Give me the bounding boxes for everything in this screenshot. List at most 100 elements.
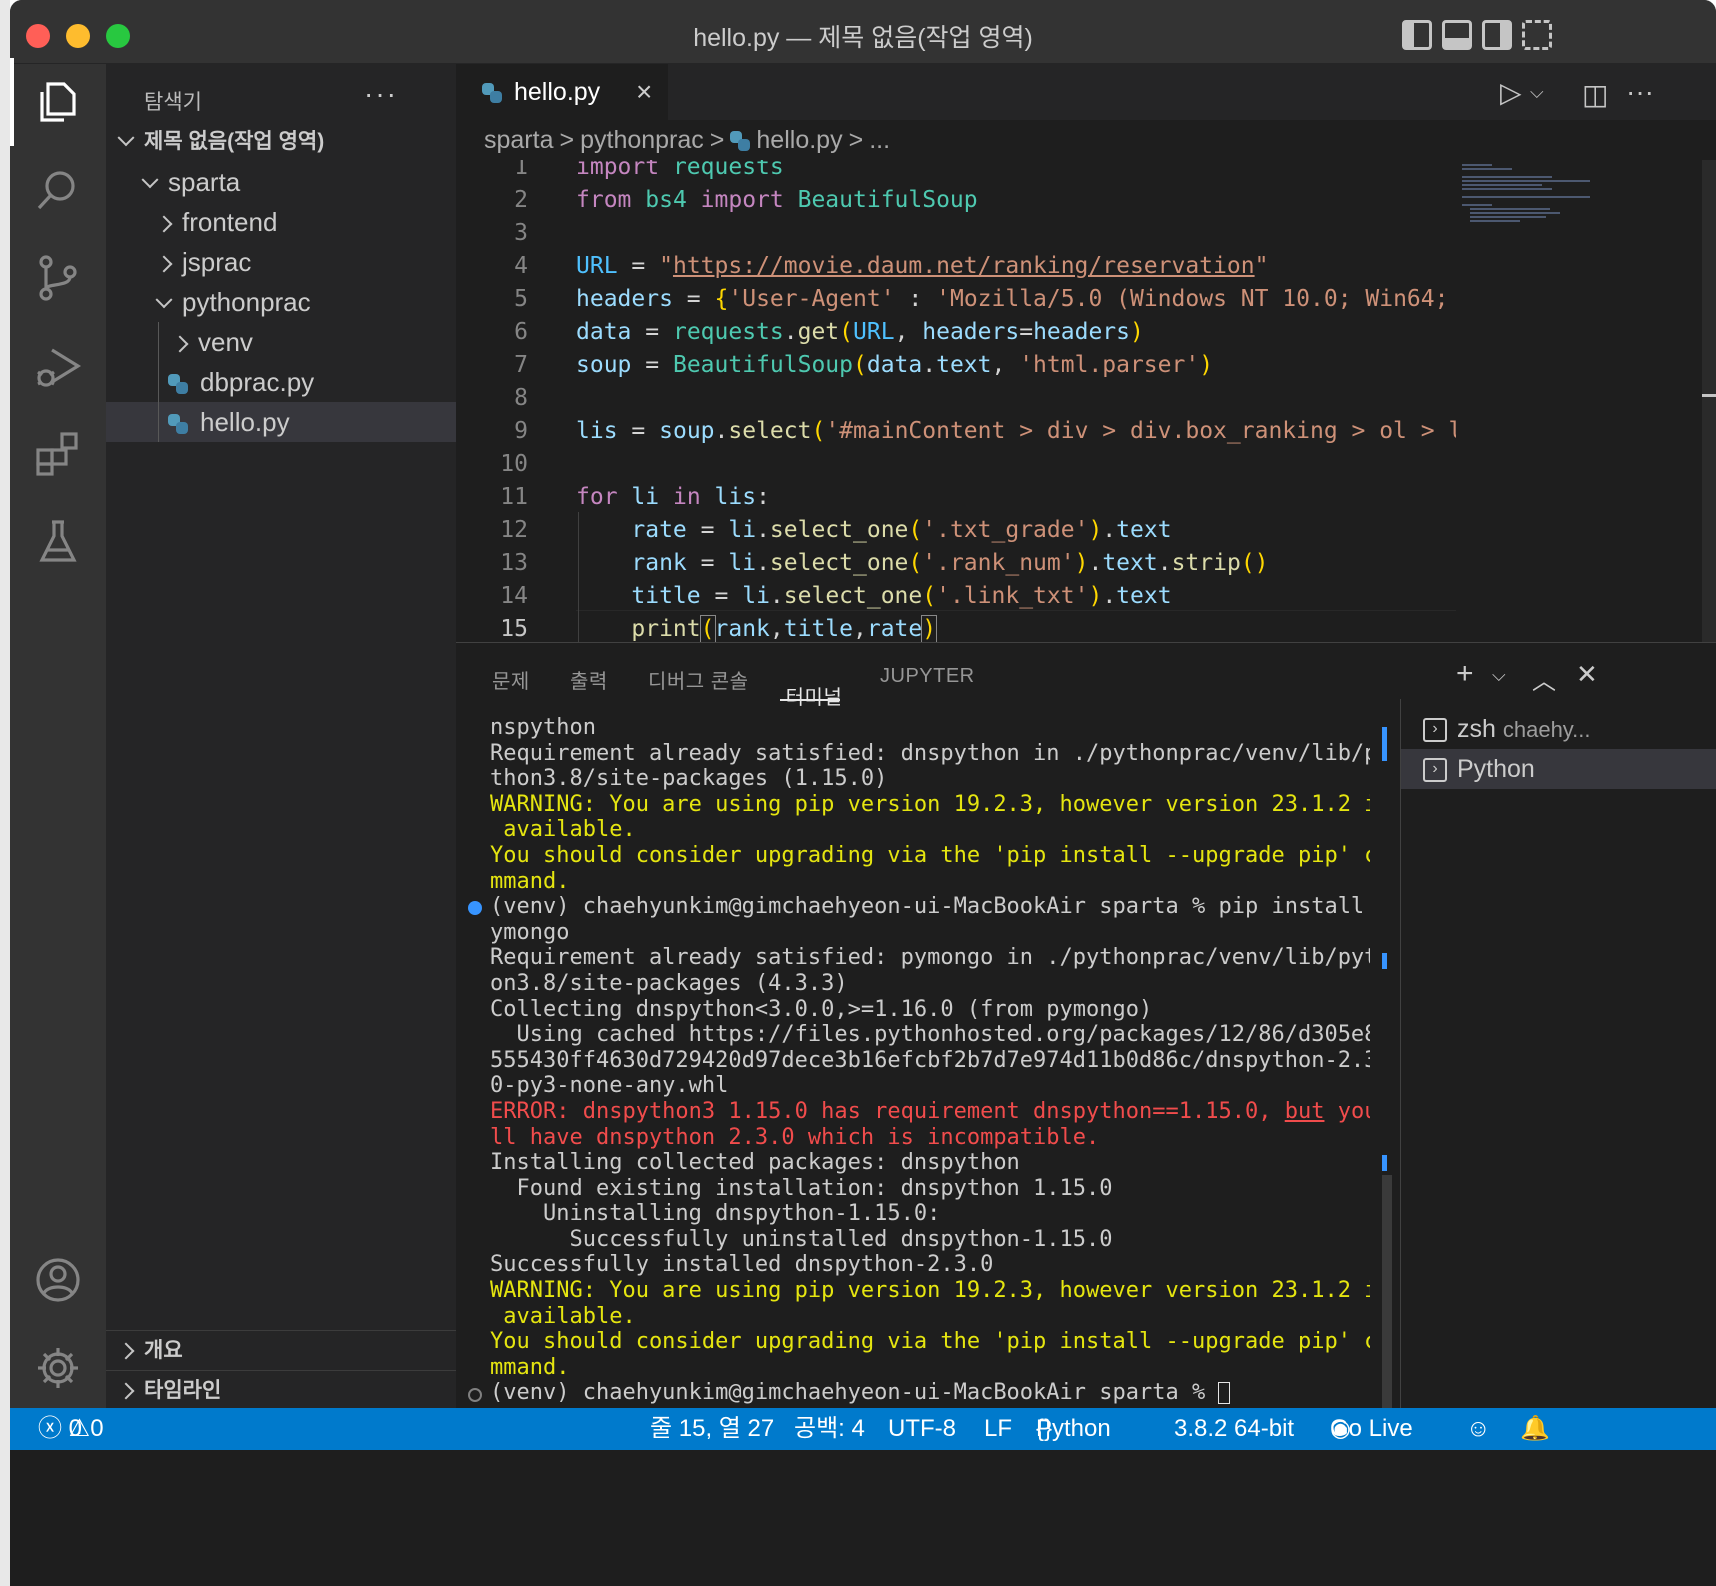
split-editor-icon[interactable]: ◫ (1582, 78, 1608, 111)
run-and-debug-icon[interactable] (28, 336, 88, 396)
python-file-icon (168, 414, 188, 435)
terminal-line: thon3.8/site-packages (1.15.0) (490, 766, 888, 792)
notifications-bell-icon[interactable]: 🔔 (1520, 1408, 1550, 1450)
tree-indent-guide (158, 322, 159, 442)
run-python-file-icon[interactable]: ▷ (1500, 76, 1522, 109)
editor-scrollbar[interactable] (1702, 160, 1716, 642)
tab-problems[interactable]: 문제 (492, 665, 530, 694)
terminal-output[interactable]: nspython Requirement already satisfied: d… (490, 715, 1370, 1409)
terminal-line: (venv) chaehyunkim@gimchaehyeon-ui-MacBo… (490, 894, 1370, 920)
background-window-edge (0, 0, 10, 1586)
line-number: 15 (500, 616, 528, 642)
explorer-sidebar: 탐색기 ··· 제목 없음(작업 영역) sparta frontend jsp… (106, 64, 456, 1546)
indentation[interactable]: 공백: 4 (794, 1408, 865, 1450)
close-panel-icon[interactable]: ✕ (1576, 659, 1598, 690)
editor-tabs: hello.py × ▷ ⌵ ◫ ··· (456, 64, 1716, 120)
customize-layout-icon[interactable] (1522, 20, 1552, 50)
terminal-item-zsh[interactable]: › zsh chaehy... (1401, 709, 1716, 749)
line-number: 1 (514, 160, 528, 180)
timeline-section[interactable]: 타임라인 (106, 1370, 456, 1410)
terminal-line: nspython (490, 715, 596, 740)
outline-label: 개요 (144, 1339, 183, 1362)
terminal-text: ERROR: dnspython3 1.15.0 has requirement… (490, 1098, 1285, 1124)
breadcrumb-item[interactable]: ... (869, 126, 890, 154)
timeline-label: 타임라인 (144, 1379, 222, 1402)
testing-icon[interactable] (28, 512, 88, 572)
tree-item-frontend[interactable]: frontend (106, 202, 456, 242)
run-dropdown-chevron-icon[interactable]: ⌵ (1530, 82, 1544, 103)
new-terminal-icon[interactable]: + (1456, 657, 1474, 691)
toggle-panel-icon[interactable] (1442, 20, 1472, 50)
code-line: headers = {'User-Agent' : 'Mozilla/5.0 (… (576, 286, 1456, 312)
workspace-folder[interactable]: 제목 없음(작업 영역) (106, 122, 456, 162)
tab-hello-py[interactable]: hello.py × (456, 64, 668, 120)
chevron-down-icon (155, 291, 173, 309)
title-bar: hello.py — 제목 없음(작업 영역) (10, 0, 1716, 64)
code-line: soup = BeautifulSoup(data.text, 'html.pa… (576, 352, 1214, 378)
tree-item-label: frontend (182, 207, 278, 237)
line-number: 14 (500, 583, 528, 609)
source-control-icon[interactable] (28, 248, 88, 308)
encoding[interactable]: UTF-8 (888, 1408, 956, 1450)
terminal-line: WARNING: You are using pip version 19.2.… (490, 791, 1370, 817)
tab-debug-console[interactable]: 디버그 콘솔 (648, 665, 749, 694)
close-tab-icon[interactable]: × (636, 78, 652, 106)
terminal-line: mmand. (490, 1354, 570, 1380)
extensions-icon[interactable] (28, 424, 88, 484)
terminal-icon: › (1423, 758, 1447, 783)
explorer-icon[interactable] (10, 58, 88, 146)
minimap[interactable] (1456, 160, 1596, 642)
line-number: 2 (514, 187, 528, 213)
terminal-scrollbar[interactable] (1382, 715, 1392, 1409)
terminal-name: Python (1457, 755, 1535, 783)
line-number: 7 (514, 352, 528, 378)
search-icon[interactable] (28, 160, 88, 220)
cursor-position[interactable]: 줄 15, 열 27 (650, 1408, 774, 1450)
tab-jupyter[interactable]: JUPYTER (880, 665, 975, 688)
terminal-detail: chaehy... (1502, 717, 1591, 742)
terminal-line: Found existing installation: dnspython 1… (490, 1175, 1113, 1201)
editor-more-actions-icon[interactable]: ··· (1626, 76, 1654, 108)
code-line: lis = soup.select('#mainContent > div > … (576, 418, 1456, 444)
tree-item-jsprac[interactable]: jsprac (106, 242, 456, 282)
terminal-prompt: (venv) chaehyunkim@gimchaehyeon-ui-MacBo… (490, 1380, 1219, 1406)
toggle-secondary-sidebar-icon[interactable] (1482, 20, 1512, 50)
tree-item-pythonprac[interactable]: pythonprac (106, 282, 456, 322)
problems-indicator[interactable]: ⓧ 0 ⚠ 0 (38, 1408, 104, 1450)
terminal-line: on3.8/site-packages (4.3.3) (490, 970, 848, 996)
terminal-dropdown-chevron-icon[interactable]: ⌵ (1492, 665, 1506, 686)
tree-item-sparta[interactable]: sparta (106, 162, 456, 202)
settings-gear-icon[interactable] (28, 1338, 88, 1398)
end-of-line[interactable]: LF (984, 1408, 1012, 1450)
terminal-line: Uninstalling dnspython-1.15.0: (490, 1201, 941, 1227)
chevron-right-icon (171, 335, 189, 353)
code-line: print(rank,title,rate) (631, 615, 938, 642)
line-number: 9 (514, 418, 528, 444)
feedback-icon[interactable]: ☺ (1466, 1408, 1491, 1450)
maximize-panel-icon[interactable]: ︿ (1532, 661, 1556, 696)
breadcrumb-item[interactable]: sparta (484, 126, 553, 154)
outline-section[interactable]: 개요 (106, 1330, 456, 1370)
chevron-right-icon (155, 215, 173, 233)
terminal-line: 555430ff4630d729420d97dece3b16efcbf2b7d7… (490, 1047, 1370, 1073)
terminal-item-python[interactable]: › Python (1401, 749, 1716, 789)
terminal-line: Collecting dnspython<3.0.0,>=1.16.0 (fro… (490, 996, 1153, 1022)
breadcrumb-separator: > (709, 126, 725, 154)
accounts-icon[interactable] (28, 1250, 88, 1310)
python-interpreter[interactable]: 3.8.2 64-bit (1174, 1408, 1294, 1450)
chevron-down-icon (117, 129, 135, 147)
chevron-right-icon (117, 1382, 135, 1400)
vscode-window: hello.py — 제목 없음(작업 영역) 탐색기 ··· 제목 없음(작업… (10, 0, 1716, 1586)
code-editor[interactable]: 1 2 3 4 5 6 7 8 9 10 11 12 13 14 15 impo… (456, 160, 1456, 642)
breadcrumb-separator: > (559, 126, 575, 154)
line-number: 12 (500, 517, 528, 543)
breadcrumb-item[interactable]: pythonprac (580, 126, 704, 154)
terminal-icon: › (1423, 718, 1447, 743)
code-line: import requests (576, 160, 784, 180)
toggle-primary-sidebar-icon[interactable] (1402, 20, 1432, 50)
terminal-line: Requirement already satisfied: dnspython… (490, 740, 1370, 766)
more-actions-icon[interactable]: ··· (364, 78, 398, 110)
tab-output[interactable]: 출력 (570, 665, 608, 694)
breadcrumb-item[interactable]: hello.py (756, 126, 842, 154)
terminal-line: ll have dnspython 2.3.0 which is incompa… (490, 1124, 1100, 1150)
